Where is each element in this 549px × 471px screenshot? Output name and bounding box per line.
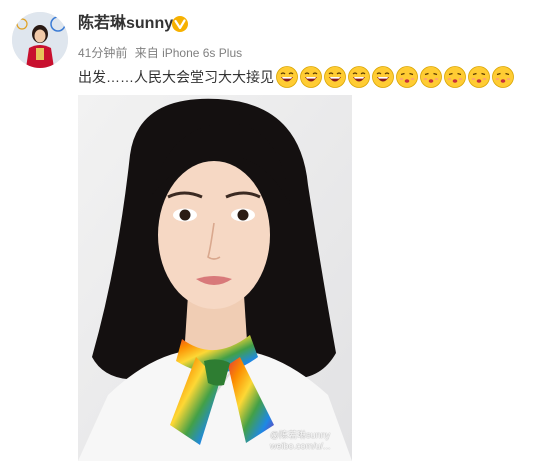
- source-device: iPhone 6s Plus: [162, 46, 243, 60]
- post-text: 出发……人民大会堂习大大接见: [78, 69, 274, 85]
- author-name[interactable]: 陈若琳sunny: [78, 14, 173, 34]
- author-avatar[interactable]: [12, 12, 68, 68]
- portrait-image: [78, 95, 352, 461]
- avatar-image: [12, 12, 68, 68]
- kiss-emoji-icon: [444, 66, 466, 88]
- laughing-emoji-icon: [276, 66, 298, 88]
- laughing-emoji-icon: [372, 66, 394, 88]
- verified-badge-icon: [172, 16, 188, 32]
- laughing-emoji-icon: [300, 66, 322, 88]
- post-time[interactable]: 41分钟前: [78, 46, 127, 60]
- laughing-emoji-icon: [348, 66, 370, 88]
- kiss-emoji-icon: [420, 66, 442, 88]
- post-photo[interactable]: [78, 95, 352, 461]
- kiss-emoji-icon: [396, 66, 418, 88]
- post-content: 出发……人民大会堂习大大接见: [78, 64, 514, 90]
- kiss-emoji-icon: [492, 66, 514, 88]
- post-meta: 41分钟前 来自 iPhone 6s Plus: [78, 46, 242, 60]
- laughing-emoji-icon: [324, 66, 346, 88]
- source-prefix: 来自: [134, 46, 159, 60]
- kiss-emoji-icon: [468, 66, 490, 88]
- photo-watermark: @陈若琳sunny weibo.com/u/...: [270, 430, 331, 451]
